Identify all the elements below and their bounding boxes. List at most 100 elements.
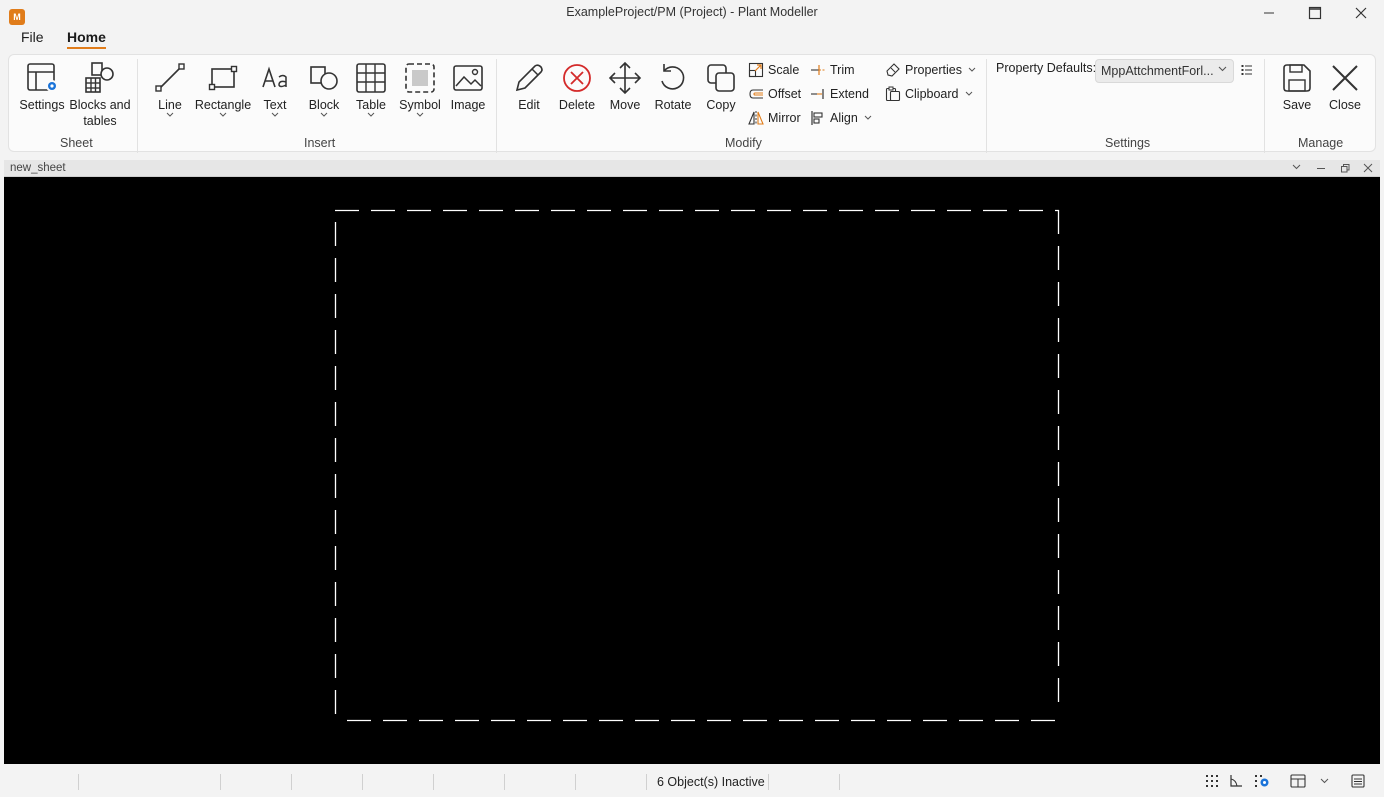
group-separator: [137, 59, 138, 153]
window-title: ExampleProject/PM (Project) - Plant Mode…: [566, 5, 818, 19]
trim-icon: [810, 62, 826, 78]
rectangle-button[interactable]: Rectangle: [195, 61, 251, 118]
pencil-icon: [512, 61, 546, 95]
trim-button[interactable]: Trim: [810, 60, 855, 80]
symbol-label: Symbol: [399, 98, 441, 112]
save-button[interactable]: Save: [1278, 61, 1316, 113]
move-button[interactable]: Move: [606, 61, 644, 113]
extend-label: Extend: [830, 87, 869, 101]
tab-file[interactable]: File: [21, 29, 44, 45]
table-icon: [354, 61, 388, 95]
table-button[interactable]: Table: [353, 61, 389, 118]
menu-tabs: File Home: [0, 27, 1384, 49]
property-defaults-label: Property Defaults:: [996, 61, 1097, 75]
chevron-down-icon: [968, 67, 976, 72]
offset-label: Offset: [768, 87, 802, 101]
rotate-button[interactable]: Rotate: [652, 61, 694, 113]
close-icon: [1328, 61, 1362, 95]
image-label: Image: [450, 98, 486, 112]
status-separator: [78, 774, 79, 790]
sheet-settings-icon: [25, 61, 59, 95]
chevron-down-icon: [965, 91, 972, 96]
properties-button[interactable]: Properties: [885, 60, 976, 80]
copy-label: Copy: [706, 98, 736, 112]
blocks-label-line1: Blocks and: [69, 98, 131, 112]
edit-button[interactable]: Edit: [510, 61, 548, 113]
text-button[interactable]: Text: [257, 61, 293, 118]
blocks-and-tables-button[interactable]: Blocks and tables: [69, 61, 131, 129]
tab-home[interactable]: Home: [67, 29, 106, 49]
chevron-down-icon: [166, 112, 174, 117]
status-separator: [504, 774, 505, 790]
grid-icon[interactable]: [1205, 774, 1219, 788]
layout-icon[interactable]: [1290, 774, 1306, 788]
blocks-label-line2: tables: [83, 114, 117, 128]
chevron-down-icon[interactable]: [1320, 778, 1329, 784]
extend-button[interactable]: Extend: [810, 84, 869, 104]
scale-icon: [748, 62, 764, 78]
align-icon: [810, 110, 826, 126]
maximize-icon: [1308, 6, 1322, 20]
ortho-icon[interactable]: [1229, 774, 1243, 788]
mirror-icon: [748, 110, 764, 126]
sheet-border: [334, 209, 1060, 722]
close-icon[interactable]: [1363, 163, 1373, 173]
close-label: Close: [1329, 98, 1361, 112]
settings-label: Settings: [19, 98, 65, 112]
block-icon: [307, 61, 341, 95]
status-separator: [839, 774, 840, 790]
minimize-button[interactable]: [1246, 0, 1292, 26]
menu-icon[interactable]: [1351, 774, 1365, 788]
image-icon: [451, 61, 485, 95]
ribbon: Settings Blocks and tables Sheet Line Re…: [8, 54, 1376, 153]
image-button[interactable]: Image: [449, 61, 487, 113]
status-separator: [768, 774, 769, 790]
align-button[interactable]: Align: [810, 108, 872, 128]
line-button[interactable]: Line: [151, 61, 189, 118]
offset-button[interactable]: Offset: [748, 84, 801, 104]
clipboard-icon: [885, 86, 901, 102]
clipboard-button[interactable]: Clipboard: [885, 84, 973, 104]
document-tab-name[interactable]: new_sheet: [10, 162, 66, 174]
copy-button[interactable]: Copy: [702, 61, 740, 113]
chevron-down-icon: [416, 112, 424, 117]
maximize-button[interactable]: [1292, 0, 1338, 26]
restore-icon[interactable]: [1340, 163, 1350, 173]
group-label-manage: Manage: [1298, 136, 1344, 150]
drawing-canvas[interactable]: [4, 177, 1380, 764]
snap-settings-icon[interactable]: [1254, 774, 1270, 788]
close-icon: [1355, 7, 1367, 19]
status-separator: [362, 774, 363, 790]
document-tab-bar: new_sheet: [4, 160, 1380, 177]
block-button[interactable]: Block: [306, 61, 342, 118]
trim-label: Trim: [830, 63, 855, 77]
scale-button[interactable]: Scale: [748, 60, 799, 80]
status-separator: [291, 774, 292, 790]
app-window: M ExampleProject/PM (Project) - Plant Mo…: [0, 0, 1384, 797]
mirror-button[interactable]: Mirror: [748, 108, 801, 128]
chevron-down-icon: [1218, 66, 1227, 72]
property-defaults-value: MppAttchmentForl...: [1101, 64, 1214, 78]
close-button[interactable]: Close: [1326, 61, 1364, 113]
symbol-button[interactable]: Symbol: [397, 61, 443, 118]
line-label: Line: [158, 98, 182, 112]
extend-icon: [810, 86, 826, 102]
table-label: Table: [356, 98, 386, 112]
chevron-down-icon[interactable]: [1292, 164, 1301, 170]
delete-button[interactable]: Delete: [556, 61, 598, 113]
symbol-icon: [403, 61, 437, 95]
property-list-button[interactable]: [1241, 63, 1253, 81]
save-label: Save: [1282, 98, 1312, 112]
minimize-icon[interactable]: [1316, 163, 1326, 173]
property-defaults-select[interactable]: MppAttchmentForl...: [1095, 59, 1234, 83]
clipboard-label: Clipboard: [905, 87, 959, 101]
group-separator: [496, 59, 497, 153]
text-label: Text: [263, 98, 287, 112]
close-window-button[interactable]: [1338, 0, 1384, 26]
group-separator: [986, 59, 987, 153]
chevron-down-icon: [864, 115, 872, 120]
settings-button[interactable]: Settings: [19, 61, 65, 113]
group-label-modify: Modify: [725, 136, 762, 150]
mirror-label: Mirror: [768, 111, 801, 125]
rotate-label: Rotate: [654, 98, 692, 112]
